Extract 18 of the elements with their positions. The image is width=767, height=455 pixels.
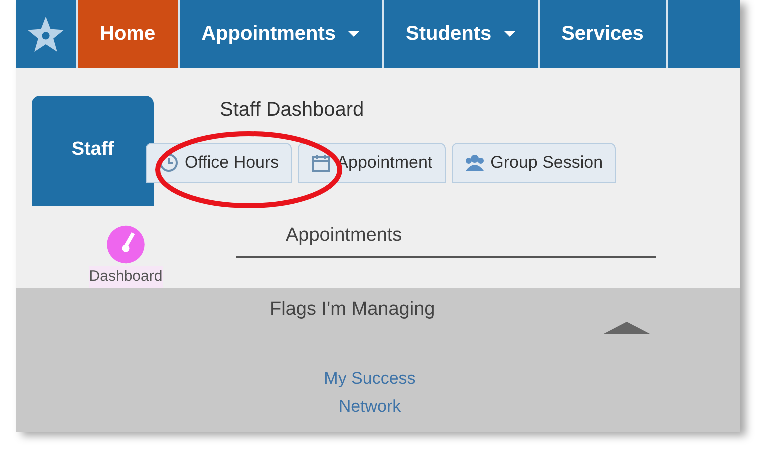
page-title: Staff Dashboard <box>220 98 366 123</box>
clock-icon <box>159 152 179 173</box>
my-success-network-link[interactable]: My Success Network <box>310 364 430 420</box>
nav-item[interactable]: Services <box>540 0 668 68</box>
star-logo-icon[interactable] <box>27 15 65 53</box>
calendar-icon <box>311 152 332 173</box>
staff-tab[interactable]: Staff <box>32 96 154 206</box>
section-title: Appointments <box>286 225 402 246</box>
gauge-icon[interactable] <box>104 224 148 266</box>
nav-item[interactable]: Students <box>384 0 540 68</box>
dashboard-label[interactable]: Dashboard <box>89 266 163 288</box>
collapse-icon[interactable] <box>604 322 650 334</box>
nav-item[interactable]: Appointments <box>180 0 384 68</box>
action-tab[interactable]: Office Hours <box>146 143 292 182</box>
section-title: Flags I'm Managing <box>270 299 436 320</box>
people-icon <box>464 152 485 173</box>
nav-item[interactable]: Home <box>78 0 180 68</box>
action-tab[interactable]: Group Session <box>452 143 616 182</box>
